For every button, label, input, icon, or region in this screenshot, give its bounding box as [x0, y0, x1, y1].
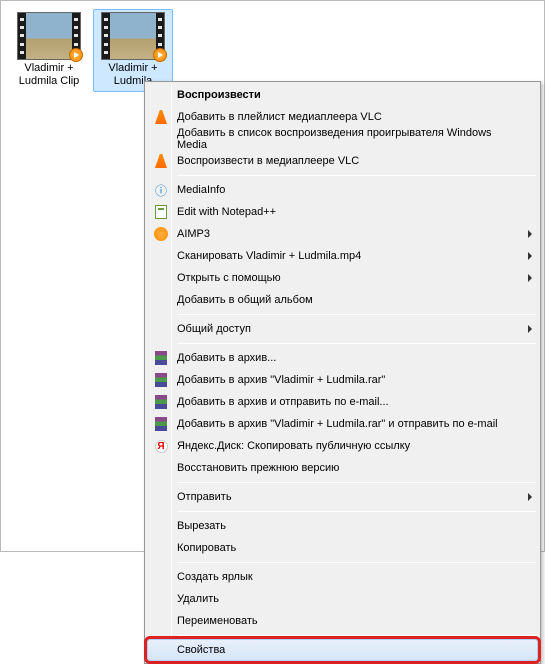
context-menu-item-label: AIMP3 [177, 228, 210, 240]
context-menu-separator [177, 511, 536, 512]
context-menu-item-label: Общий доступ [177, 323, 251, 335]
context-menu-item-label: Создать ярлык [177, 571, 253, 583]
context-menu-item[interactable]: Добавить в архив "Vladimir + Ludmila.rar… [147, 369, 538, 391]
context-menu-separator [177, 175, 536, 176]
context-menu-item[interactable]: Добавить в архив и отправить по e-mail..… [147, 391, 538, 413]
context-menu-item-label: Воспроизвести [177, 89, 261, 101]
context-menu-item[interactable]: Воспроизвести [147, 84, 538, 106]
context-menu-item-label: Добавить в архив "Vladimir + Ludmila.rar… [177, 374, 385, 386]
context-menu-item[interactable]: Свойства [147, 639, 538, 661]
context-menu-item[interactable]: Воспроизвести в медиаплеере VLC [147, 150, 538, 172]
context-menu-item-label: Добавить в плейлист медиаплеера VLC [177, 111, 382, 123]
context-menu-item-label: Переименовать [177, 615, 258, 627]
submenu-arrow-icon [528, 230, 532, 238]
play-overlay-icon [69, 48, 83, 62]
yandex-icon: Я [153, 438, 169, 454]
context-menu-item[interactable]: Добавить в плейлист медиаплеера VLC [147, 106, 538, 128]
submenu-arrow-icon [528, 252, 532, 260]
submenu-arrow-icon [528, 493, 532, 501]
context-menu-item-label: Открыть с помощью [177, 272, 281, 284]
context-menu-item[interactable]: Создать ярлык [147, 566, 538, 588]
context-menu-item-label: Восстановить прежнюю версию [177, 462, 339, 474]
context-menu-item-label: Добавить в архив "Vladimir + Ludmila.rar… [177, 418, 498, 430]
context-menu-item-label: Яндекс.Диск: Скопировать публичную ссылк… [177, 440, 410, 452]
context-menu-item[interactable]: Копировать [147, 537, 538, 559]
context-menu: Воспроизвести Добавить в плейлист медиапл… [144, 81, 541, 664]
context-menu-separator [177, 635, 536, 636]
context-menu-item[interactable]: Открыть с помощью [147, 267, 538, 289]
context-menu-item[interactable]: Edit with Notepad++ [147, 201, 538, 223]
context-menu-item-label: Добавить в архив и отправить по e-mail..… [177, 396, 389, 408]
file-item-1[interactable]: Vladimir + Ludmila Clip [9, 9, 89, 92]
context-menu-item-label: Вырезать [177, 520, 226, 532]
context-menu-item[interactable]: AIMP3 [147, 223, 538, 245]
context-menu-item-label: Edit with Notepad++ [177, 206, 276, 218]
context-menu-separator [177, 562, 536, 563]
context-menu-item-label: Добавить в список воспроизведения проигр… [177, 127, 520, 151]
context-menu-item-label: Свойства [177, 644, 225, 656]
context-menu-item[interactable]: Отправить [147, 486, 538, 508]
context-menu-item[interactable]: Я Яндекс.Диск: Скопировать публичную ссыл… [147, 435, 538, 457]
aimp-icon [153, 226, 169, 242]
video-thumbnail [101, 12, 165, 60]
context-menu-item[interactable]: Общий доступ [147, 318, 538, 340]
context-menu-separator [177, 314, 536, 315]
context-menu-item-label: Удалить [177, 593, 219, 605]
context-menu-item[interactable]: Добавить в список воспроизведения проигр… [147, 128, 538, 150]
submenu-arrow-icon [528, 274, 532, 282]
context-menu-item[interactable]: Удалить [147, 588, 538, 610]
context-menu-item[interactable]: ⓘ MediaInfo [147, 179, 538, 201]
context-menu-item-label: Сканировать Vladimir + Ludmila.mp4 [177, 250, 361, 262]
context-menu-item[interactable]: Сканировать Vladimir + Ludmila.mp4 [147, 245, 538, 267]
mediainfo-icon: ⓘ [153, 182, 169, 198]
context-menu-item[interactable]: Вырезать [147, 515, 538, 537]
video-thumbnail [17, 12, 81, 60]
rar-icon [153, 394, 169, 410]
file-area: Vladimir + Ludmila Clip Vladimir + Ludmi… [1, 1, 544, 551]
file-label: Vladimir + Ludmila Clip [10, 61, 88, 91]
file-item-2-selected[interactable]: Vladimir + Ludmila [93, 9, 173, 92]
context-menu-item[interactable]: Добавить в архив "Vladimir + Ludmila.rar… [147, 413, 538, 435]
context-menu-item-label: Отправить [177, 491, 232, 503]
play-overlay-icon [153, 48, 167, 62]
submenu-arrow-icon [528, 325, 532, 333]
vlc-icon [153, 109, 169, 125]
context-menu-item[interactable]: Добавить в общий альбом [147, 289, 538, 311]
context-menu-item[interactable]: Добавить в архив... [147, 347, 538, 369]
rar-icon [153, 416, 169, 432]
rar-icon [153, 372, 169, 388]
context-menu-item-label: Добавить в общий альбом [177, 294, 313, 306]
vlc-icon [153, 153, 169, 169]
context-menu-separator [177, 343, 536, 344]
context-menu-item-label: Добавить в архив... [177, 352, 276, 364]
context-menu-item-label: Копировать [177, 542, 236, 554]
context-menu-item-label: Воспроизвести в медиаплеере VLC [177, 155, 359, 167]
context-menu-item[interactable]: Переименовать [147, 610, 538, 632]
context-menu-item[interactable]: Восстановить прежнюю версию [147, 457, 538, 479]
rar-icon [153, 350, 169, 366]
context-menu-separator [177, 482, 536, 483]
context-menu-item-label: MediaInfo [177, 184, 225, 196]
notepad-icon [153, 204, 169, 220]
